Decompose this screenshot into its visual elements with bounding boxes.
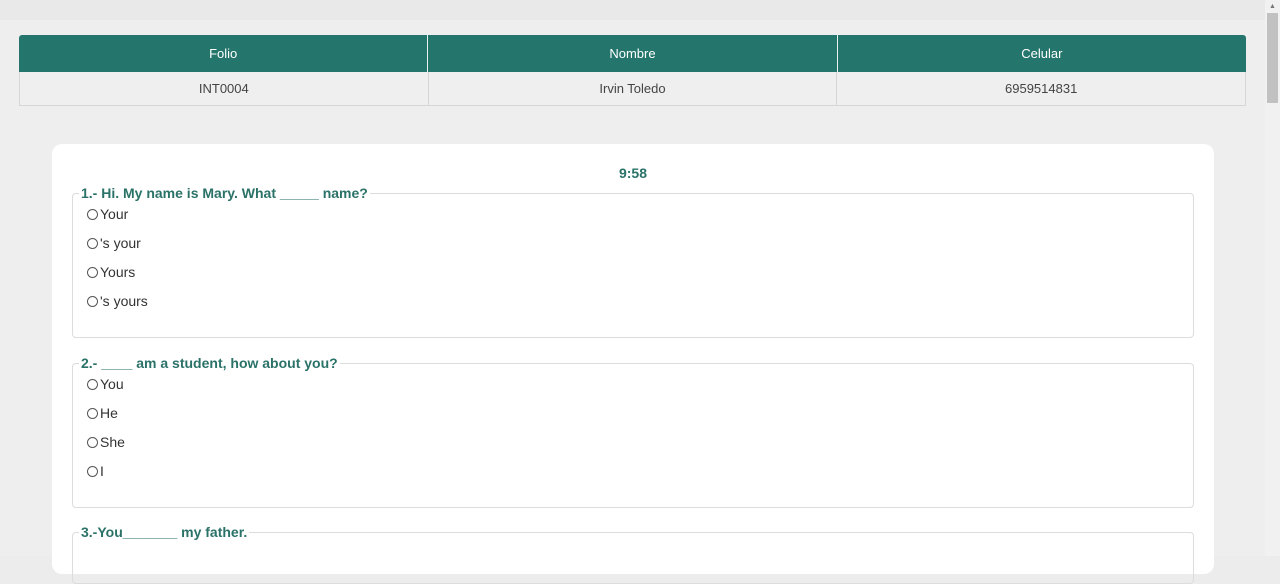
radio-button[interactable] xyxy=(87,407,98,419)
option-label: He xyxy=(100,405,118,421)
option-label: You xyxy=(100,376,124,392)
radio-button[interactable] xyxy=(87,237,98,249)
option-q2-2[interactable]: He xyxy=(87,404,118,422)
question-3: 3.-You_______ my father. xyxy=(72,524,1194,584)
info-table-header: Folio Nombre Celular xyxy=(19,35,1246,72)
question-2-title: 2.- ____ am a student, how about you? xyxy=(81,355,338,371)
radio-button[interactable] xyxy=(87,266,98,278)
question-1: 1.- Hi. My name is Mary. What _____ name… xyxy=(72,185,1194,338)
info-table-row: INT0004 Irvin Toledo 6959514831 xyxy=(19,72,1246,106)
option-q1-4[interactable]: 's yours xyxy=(87,292,148,310)
radio-button[interactable] xyxy=(87,436,98,448)
page: Folio Nombre Celular INT0004 Irvin Toled… xyxy=(0,0,1265,584)
header-folio: Folio xyxy=(19,35,428,72)
radio-button[interactable] xyxy=(87,295,98,307)
radio-button[interactable] xyxy=(87,208,98,220)
vertical-scrollbar[interactable]: ▲ xyxy=(1265,0,1280,556)
option-q2-4[interactable]: I xyxy=(87,462,104,480)
question-3-title: 3.-You_______ my father. xyxy=(81,524,248,540)
header-nombre: Nombre xyxy=(427,35,837,72)
option-label: 's yours xyxy=(100,293,148,309)
option-q1-2[interactable]: 's your xyxy=(87,234,141,252)
radio-button[interactable] xyxy=(87,465,98,477)
radio-button[interactable] xyxy=(87,378,98,390)
countdown-timer: 9:58 xyxy=(618,165,648,181)
question-2: 2.- ____ am a student, how about you? Yo… xyxy=(72,355,1194,508)
scrollbar-thumb[interactable] xyxy=(1267,13,1278,103)
question-1-title: 1.- Hi. My name is Mary. What _____ name… xyxy=(81,185,368,201)
option-label: Your xyxy=(100,206,129,222)
quiz-card: 9:58 1.- Hi. My name is Mary. What _____… xyxy=(52,144,1214,584)
scroll-up-arrow-icon[interactable]: ▲ xyxy=(1265,0,1280,12)
option-q2-1[interactable]: You xyxy=(87,375,124,393)
option-q1-1[interactable]: Your xyxy=(87,205,128,223)
cell-folio: INT0004 xyxy=(198,81,249,96)
option-label: I xyxy=(100,463,104,479)
header-celular: Celular xyxy=(836,35,1246,72)
cell-nombre: Irvin Toledo xyxy=(427,72,837,105)
top-strip xyxy=(0,0,1265,20)
option-label: 's your xyxy=(100,235,141,251)
option-label: She xyxy=(100,434,125,450)
option-label: Yours xyxy=(100,264,136,280)
option-q2-3[interactable]: She xyxy=(87,433,125,451)
student-info-table: Folio Nombre Celular INT0004 Irvin Toled… xyxy=(19,35,1246,106)
option-q1-3[interactable]: Yours xyxy=(87,263,135,281)
cell-celular: 6959514831 xyxy=(836,72,1245,105)
